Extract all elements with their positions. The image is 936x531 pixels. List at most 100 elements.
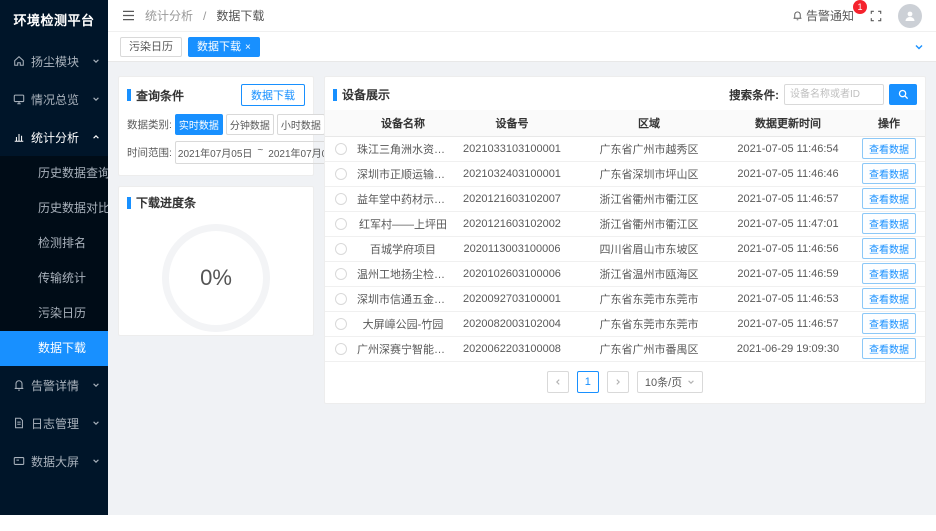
- chevron-down-icon: [92, 457, 100, 465]
- sidebar-item-log-management[interactable]: 日志管理: [0, 404, 108, 442]
- row-radio[interactable]: [335, 217, 347, 230]
- table-row: 红军村——上坪田 2020121603102002 浙江省衢州市衢江区 2021…: [325, 211, 925, 237]
- device-updated: 2021-07-05 11:46:53: [723, 286, 853, 312]
- view-data-button[interactable]: 查看数据: [862, 138, 916, 159]
- device-region: 浙江省衢州市衢江区: [575, 186, 723, 212]
- device-panel-header: 设备展示 搜索条件:: [325, 77, 925, 110]
- sidebar-item-label: 告警详情: [31, 378, 80, 393]
- search-button[interactable]: [889, 84, 917, 105]
- sidebar-item-overview[interactable]: 情况总览: [0, 80, 108, 118]
- sidebar-item-history-compare[interactable]: 历史数据对比: [0, 191, 110, 226]
- view-data-button[interactable]: 查看数据: [862, 163, 916, 184]
- search-label: 搜索条件:: [729, 89, 779, 102]
- tab-data-download[interactable]: 数据下载 ×: [188, 36, 260, 57]
- view-data-button[interactable]: 查看数据: [862, 238, 916, 259]
- sidebar-item-history-query[interactable]: 历史数据查询: [0, 156, 110, 191]
- user-avatar[interactable]: [898, 3, 922, 28]
- sidebar-item-detection-rank[interactable]: 检测排名: [0, 226, 108, 261]
- sidebar-item-pollution-calendar[interactable]: 污染日历: [0, 296, 108, 331]
- sidebar-fold-icon[interactable]: [122, 10, 135, 21]
- breadcrumb-section[interactable]: 统计分析: [145, 7, 193, 24]
- sidebar-item-data-screen[interactable]: 数据大屏: [0, 442, 108, 480]
- device-no: 2021032403100001: [449, 161, 575, 187]
- page-number[interactable]: 1: [576, 370, 599, 393]
- view-data-button[interactable]: 查看数据: [862, 313, 916, 334]
- tab-pollution-calendar[interactable]: 污染日历: [120, 36, 182, 57]
- row-radio[interactable]: [335, 292, 347, 305]
- panel-title: 下载进度条: [136, 196, 197, 210]
- device-updated: 2021-06-29 19:09:30: [723, 336, 853, 362]
- chevron-down-icon: [687, 378, 695, 386]
- view-data-button[interactable]: 查看数据: [862, 263, 916, 284]
- sidebar-item-data-download[interactable]: 数据下载: [0, 331, 108, 366]
- chevron-down-icon: [92, 381, 100, 389]
- col-region: 区域: [575, 110, 723, 137]
- notification-badge: 1: [853, 0, 867, 14]
- sidebar-item-dust-module[interactable]: 扬尘模块: [0, 42, 108, 80]
- table-header-row: 设备名称 设备号 区域 数据更新时间 操作: [325, 110, 925, 137]
- tabbar-chevron-down-icon[interactable]: [914, 42, 924, 52]
- device-region: 浙江省衢州市衢江区: [575, 211, 723, 237]
- sidebar-menu: 扬尘模块 情况总览 统计分析 历史数据查询 历史数据对比 检测排名 传输统计 污…: [0, 42, 110, 480]
- sidebar-item-transfer-stats[interactable]: 传输统计: [0, 261, 108, 296]
- next-page-button[interactable]: [606, 370, 629, 393]
- row-radio[interactable]: [335, 167, 347, 180]
- col-select: [325, 110, 357, 137]
- prev-page-button[interactable]: [546, 370, 569, 393]
- date-range-picker[interactable]: 2021年07月05日 ~ 2021年07月05日: [174, 141, 346, 164]
- data-type-realtime-button[interactable]: 实时数据: [174, 114, 223, 135]
- search-icon: [898, 89, 909, 100]
- panel-title: 查询条件: [136, 88, 185, 103]
- page-size-select[interactable]: 10条/页: [636, 370, 704, 393]
- monitor-icon: [13, 93, 25, 105]
- row-radio[interactable]: [335, 242, 347, 255]
- device-name: 益年堂中药材示范基地: [357, 186, 449, 212]
- view-data-button[interactable]: 查看数据: [862, 338, 916, 359]
- sidebar: 环境检测平台 扬尘模块 情况总览 统计分析 历史数据查询 历史数据对比 检测排名…: [0, 0, 110, 515]
- bar-chart-icon: [13, 131, 25, 143]
- chevron-down-icon: [92, 95, 100, 103]
- device-region: 广东省广州市番禺区: [575, 336, 723, 362]
- device-no: 2020113003100006: [449, 236, 575, 262]
- data-type-row: 数据类别: 实时数据 分钟数据 小时数据 日均数据: [119, 111, 376, 138]
- download-progress-panel: 下载进度条 0%: [118, 186, 314, 336]
- row-radio[interactable]: [335, 342, 347, 355]
- search-input[interactable]: [784, 84, 884, 105]
- progress-percent: 0%: [200, 265, 232, 290]
- device-updated: 2021-07-05 11:46:46: [723, 161, 853, 187]
- data-type-hour-button[interactable]: 小时数据: [276, 114, 325, 135]
- row-radio[interactable]: [335, 142, 347, 155]
- row-radio[interactable]: [335, 317, 347, 330]
- view-data-button[interactable]: 查看数据: [862, 188, 916, 209]
- chevron-down-icon: [92, 57, 100, 65]
- time-range-row: 时间范围: 2021年07月05日 ~ 2021年07月05日: [119, 138, 346, 167]
- table-row: 温州工地扬尘检测系统 2020102603100006 浙江省温州市瓯海区 20…: [325, 261, 925, 287]
- table-row: 深圳市正顺运输有限公司 2021032403100001 广东省深圳市坪山区 2…: [325, 161, 925, 187]
- data-download-button[interactable]: 数据下载: [241, 84, 305, 106]
- device-name: 大屏嶂公园-竹园: [357, 311, 449, 337]
- row-radio[interactable]: [335, 192, 347, 205]
- table-row: 深圳市信通五金设备有限公司 2020092703100001 广东省东莞市东莞市…: [325, 286, 925, 312]
- data-type-minute-button[interactable]: 分钟数据: [225, 114, 274, 135]
- device-updated: 2021-07-05 11:46:57: [723, 311, 853, 337]
- sidebar-item-label: 日志管理: [31, 416, 80, 431]
- breadcrumb-separator: /: [203, 8, 207, 23]
- device-region: 广东省东莞市东莞市: [575, 286, 723, 312]
- fullscreen-icon[interactable]: [870, 10, 882, 22]
- table-row: 广州深赛宁智能设备有限公司 2020062203100008 广东省广州市番禺区…: [325, 336, 925, 362]
- device-no: 2021033103100001: [449, 136, 575, 162]
- device-region: 广东省深圳市坪山区: [575, 161, 723, 187]
- view-data-button[interactable]: 查看数据: [862, 213, 916, 234]
- row-radio[interactable]: [335, 267, 347, 280]
- tab-close-icon[interactable]: ×: [245, 42, 251, 53]
- table-row: 益年堂中药材示范基地 2020121603102007 浙江省衢州市衢江区 20…: [325, 186, 925, 212]
- device-no: 2020102603100006: [449, 261, 575, 287]
- view-data-button[interactable]: 查看数据: [862, 288, 916, 309]
- bell-icon: [792, 10, 803, 21]
- sidebar-item-statistics[interactable]: 统计分析: [0, 118, 108, 156]
- device-updated: 2021-07-05 11:47:01: [723, 211, 853, 237]
- sidebar-item-alarm-detail[interactable]: 告警详情: [0, 366, 108, 404]
- time-range-label: 时间范围:: [127, 147, 172, 159]
- alarm-notification-button[interactable]: 告警通知 1: [792, 0, 867, 24]
- device-region: 浙江省温州市瓯海区: [575, 261, 723, 287]
